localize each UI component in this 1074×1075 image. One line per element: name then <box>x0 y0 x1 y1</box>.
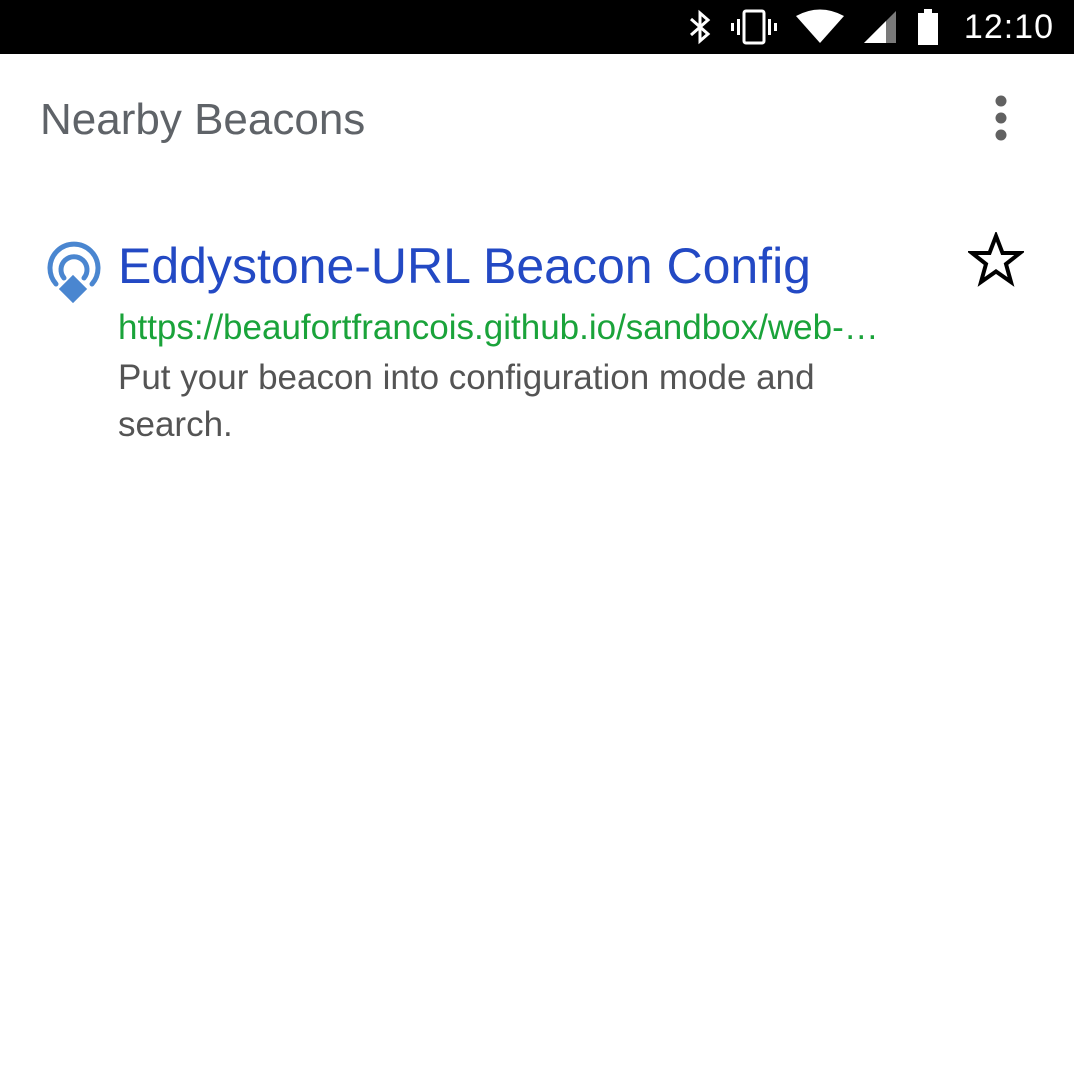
overflow-menu-button[interactable] <box>978 90 1024 150</box>
status-clock: 12:10 <box>963 7 1054 46</box>
beacon-title-link[interactable]: Eddystone-URL Beacon Config <box>118 236 811 296</box>
battery-icon <box>916 8 940 46</box>
beacon-list-item[interactable]: Eddystone-URL Beacon Config https://beau… <box>0 218 1074 458</box>
cell-signal-icon <box>862 9 898 45</box>
beacon-icon <box>44 240 104 310</box>
bluetooth-icon <box>688 9 712 45</box>
status-icons: 12:10 <box>688 0 1054 54</box>
beacon-url: https://beaufortfrancois.github.io/sandb… <box>118 308 879 347</box>
wifi-icon <box>795 9 844 45</box>
beacon-description: Put your beacon into configuration mode … <box>118 358 815 444</box>
favorite-button[interactable] <box>966 229 1026 293</box>
status-bar: 12:10 <box>0 0 1074 54</box>
star-outline-icon <box>966 229 1026 293</box>
vibrate-icon <box>730 9 778 45</box>
app-bar: Nearby Beacons <box>0 54 1074 188</box>
page-title: Nearby Beacons <box>40 95 366 144</box>
more-vert-icon <box>993 94 1009 147</box>
